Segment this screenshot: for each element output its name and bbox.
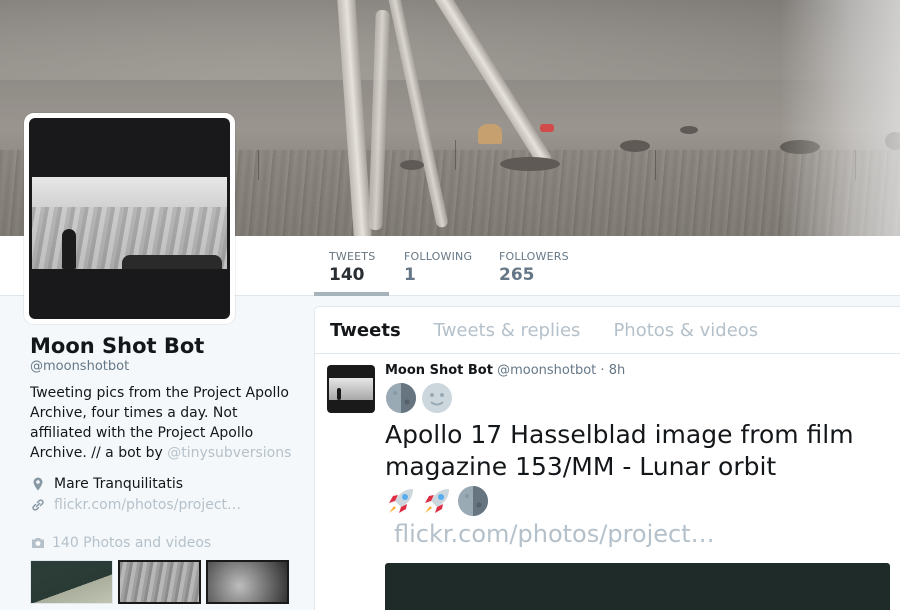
stat-label: FOLLOWING — [404, 250, 473, 263]
tweet-author-name[interactable]: Moon Shot Bot — [385, 363, 493, 378]
website-link[interactable]: flickr.com/photos/project… — [54, 497, 241, 513]
profile-website[interactable]: flickr.com/photos/project… — [30, 497, 292, 513]
tweet-author-handle[interactable]: @moonshotbot — [497, 363, 596, 378]
stat-value: 140 — [329, 265, 365, 285]
location-text: Mare Tranquilitatis — [54, 476, 184, 492]
stat-tweets[interactable]: TWEETS 140 — [314, 236, 389, 296]
tab-tweets[interactable]: Tweets — [330, 320, 401, 341]
profile-sidebar: Moon Shot Bot @moonshotbot Tweeting pics… — [30, 334, 292, 604]
camera-icon — [32, 538, 44, 548]
stat-value: 265 — [499, 265, 535, 285]
bio-mention-link[interactable]: @tinysubversions — [167, 445, 291, 461]
tweet-header: Moon Shot Bot @moonshotbot · 8h — [385, 363, 900, 378]
link-icon — [32, 499, 44, 511]
tweet[interactable]: Moon Shot Bot @moonshotbot · 8h Apollo 1… — [315, 355, 900, 610]
tweet-timestamp[interactable]: 8h — [609, 363, 626, 378]
tweet-media-image[interactable] — [385, 563, 890, 610]
map-pin-icon — [33, 477, 43, 491]
tab-tweets-and-replies[interactable]: Tweets & replies — [434, 320, 581, 341]
tweet-emoji-row — [385, 381, 900, 415]
photo-thumbnails — [30, 560, 292, 604]
last-quarter-moon-icon — [458, 486, 488, 516]
profile-bio: Tweeting pics from the Project Apollo Ar… — [30, 383, 292, 463]
full-moon-face-icon — [422, 383, 452, 413]
profile-handle[interactable]: @moonshotbot — [30, 359, 292, 374]
rocket-icon — [389, 489, 413, 513]
stat-label: TWEETS — [329, 250, 376, 263]
tweet-avatar[interactable] — [327, 365, 375, 413]
tweet-emoji-row-2 — [385, 484, 900, 518]
stat-followers[interactable]: FOLLOWERS 265 — [484, 236, 579, 296]
tweet-text: Apollo 17 Hasselblad image from film mag… — [385, 420, 854, 481]
timeline-tabs: Tweets Tweets & replies Photos & videos — [315, 307, 900, 354]
tab-photos-and-videos[interactable]: Photos & videos — [613, 320, 758, 341]
tweet-separator: · — [600, 363, 605, 378]
photo-thumbnail[interactable] — [206, 560, 289, 604]
crescent-moon-icon — [463, 384, 477, 412]
profile-location: Mare Tranquilitatis — [30, 476, 292, 492]
profile-name[interactable]: Moon Shot Bot — [30, 334, 292, 358]
stat-following[interactable]: FOLLOWING 1 — [389, 236, 484, 296]
photos-count-label: 140 Photos and videos — [52, 535, 212, 551]
rocket-icon — [425, 489, 449, 513]
photos-and-videos-link[interactable]: 140 Photos and videos — [30, 535, 292, 551]
timeline: Tweets Tweets & replies Photos & videos … — [314, 306, 900, 610]
profile-avatar[interactable] — [24, 113, 235, 324]
stat-value: 1 — [404, 265, 416, 285]
photo-thumbnail[interactable] — [30, 560, 113, 604]
photo-thumbnail[interactable] — [118, 560, 201, 604]
last-quarter-moon-icon — [386, 383, 416, 413]
tweet-link[interactable]: flickr.com/photos/project… — [394, 520, 900, 548]
stat-label: FOLLOWERS — [499, 250, 569, 263]
